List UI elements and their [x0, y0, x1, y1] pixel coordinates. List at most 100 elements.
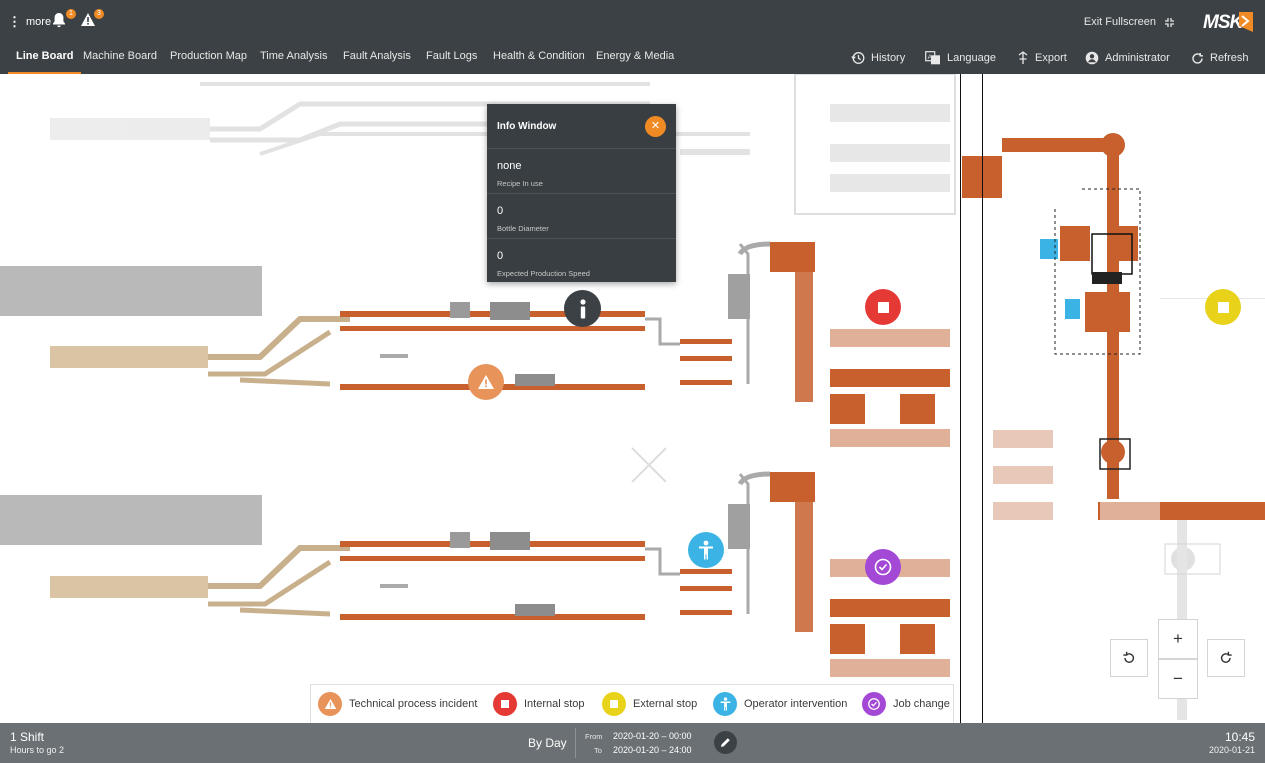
- warning-icon: [478, 375, 494, 389]
- minus-icon: −: [1173, 669, 1183, 688]
- exit-fullscreen-label: Exit Fullscreen: [1083, 16, 1156, 28]
- more-icon: ⋮: [8, 14, 21, 29]
- stop-icon: [1217, 301, 1229, 313]
- job-change-marker[interactable]: [865, 549, 901, 585]
- rotate-right-button[interactable]: [1207, 639, 1245, 677]
- rotate-left-icon: [1123, 651, 1135, 663]
- footer-divider: [575, 728, 576, 758]
- job-change-icon: [862, 692, 886, 716]
- info-row-production-speed: 0 Expected Production Speed: [487, 238, 676, 283]
- tab-fault-analysis[interactable]: Fault Analysis: [343, 42, 411, 74]
- stop-icon: [602, 692, 626, 716]
- info-row-recipe: none Recipe In use: [487, 148, 676, 193]
- tab-energy-media[interactable]: Energy & Media: [596, 42, 674, 74]
- export-button[interactable]: Export: [1017, 42, 1067, 74]
- svg-text:A: A: [928, 54, 933, 61]
- warnings-button[interactable]: 3: [80, 9, 104, 32]
- edit-range-button[interactable]: [714, 731, 737, 754]
- user-icon: [1085, 51, 1099, 65]
- administrator-button[interactable]: Administrator: [1085, 42, 1170, 74]
- legend-label: External stop: [633, 698, 698, 710]
- legend-label: Technical process incident: [349, 698, 478, 710]
- history-label: History: [871, 52, 906, 64]
- internal-stop-marker[interactable]: [865, 289, 901, 325]
- more-menu-button[interactable]: ⋮ more: [8, 14, 51, 30]
- refresh-label: Refresh: [1210, 52, 1249, 64]
- bottle-diameter-value: 0: [497, 205, 504, 217]
- info-window: Info Window ✕ none Recipe In use 0 Bottl…: [487, 104, 676, 282]
- tab-time-analysis[interactable]: Time Analysis: [260, 42, 327, 74]
- stop-icon: [493, 692, 517, 716]
- refresh-icon: [1192, 52, 1203, 64]
- notifications-button[interactable]: 1: [52, 9, 76, 32]
- legend-external-stop: External stop: [602, 691, 697, 717]
- tab-fault-logs[interactable]: Fault Logs: [426, 42, 477, 74]
- from-label: From: [585, 732, 603, 741]
- external-stop-marker[interactable]: [1205, 289, 1241, 325]
- production-line-b: [0, 471, 950, 677]
- language-icon: A: [925, 51, 940, 65]
- zoom-out-button[interactable]: −: [1158, 659, 1198, 699]
- legend-label: Internal stop: [524, 698, 585, 710]
- main-navigation: Line Board Machine Board Production Map …: [0, 42, 1265, 74]
- language-button[interactable]: A Language: [925, 42, 996, 74]
- info-row-bottle-diameter: 0 Bottle Diameter: [487, 193, 676, 238]
- tab-line-board[interactable]: Line Board: [7, 42, 82, 74]
- msk-logo: MSK: [1203, 8, 1255, 36]
- legend-operator-intervention: Operator intervention: [713, 691, 847, 717]
- zoom-in-button[interactable]: +: [1158, 619, 1198, 659]
- person-icon: [713, 692, 737, 716]
- from-value: 2020-01-20 – 00:00: [613, 731, 692, 741]
- current-date: 2020-01-21: [1208, 745, 1255, 755]
- info-window-title: Info Window: [497, 121, 557, 132]
- export-icon: [1018, 51, 1028, 64]
- bell-icon: [53, 13, 65, 28]
- center-crosshair: [631, 447, 667, 483]
- info-marker[interactable]: [564, 290, 601, 327]
- map-divider-right: [982, 74, 983, 723]
- header-top-bar: ⋮ more 1 3 Exit Fullscreen MSK: [0, 0, 1265, 42]
- app-header: ⋮ more 1 3 Exit Fullscreen MSK Line Boar…: [0, 0, 1265, 74]
- legend-job-change: Job change: [862, 691, 950, 717]
- tab-machine-board[interactable]: Machine Board: [83, 42, 157, 74]
- production-line-a: [0, 241, 950, 447]
- legend-label: Job change: [893, 698, 950, 710]
- warning-icon: [318, 692, 342, 716]
- operator-intervention-marker[interactable]: [688, 532, 724, 568]
- status-legend: Technical process incident Internal stop…: [310, 684, 954, 723]
- history-icon: [851, 52, 865, 64]
- production-speed-label: Expected Production Speed: [497, 269, 590, 278]
- history-button[interactable]: History: [851, 42, 905, 74]
- collapse-icon: [1165, 17, 1174, 27]
- more-label: more: [26, 16, 52, 28]
- info-window-close-button[interactable]: ✕: [645, 116, 666, 137]
- technical-incident-marker[interactable]: [468, 364, 504, 400]
- job-change-icon: [874, 558, 892, 576]
- exit-fullscreen-button[interactable]: Exit Fullscreen: [1084, 16, 1175, 28]
- rotate-left-button[interactable]: [1110, 639, 1148, 677]
- warning-badge: 3: [94, 9, 104, 19]
- plus-icon: +: [1173, 629, 1183, 648]
- tab-production-map[interactable]: Production Map: [170, 42, 247, 74]
- info-icon: [579, 298, 586, 318]
- to-label: To: [594, 746, 602, 755]
- administrator-label: Administrator: [1105, 52, 1170, 64]
- logo-mark-icon: [1239, 12, 1253, 32]
- bottle-diameter-label: Bottle Diameter: [497, 224, 549, 233]
- language-label: Language: [947, 52, 996, 64]
- export-label: Export: [1035, 52, 1067, 64]
- hours-to-go: Hours to go 2: [10, 745, 65, 755]
- map-divider-left: [960, 74, 961, 723]
- period-selector[interactable]: By Day: [528, 736, 567, 750]
- current-time: 10:45: [1224, 730, 1255, 744]
- status-footer: 1 Shift Hours to go 2 By Day From To 202…: [0, 723, 1265, 763]
- legend-label: Operator intervention: [744, 698, 848, 710]
- to-value: 2020-01-20 – 24:00: [613, 745, 692, 755]
- close-icon: ✕: [650, 120, 661, 132]
- pencil-icon: [721, 738, 730, 747]
- notification-badge: 1: [66, 9, 76, 19]
- tab-health-condition[interactable]: Health & Condition: [493, 42, 585, 74]
- legend-internal-stop: Internal stop: [493, 691, 585, 717]
- stop-icon: [877, 301, 889, 313]
- refresh-button[interactable]: Refresh: [1191, 42, 1249, 74]
